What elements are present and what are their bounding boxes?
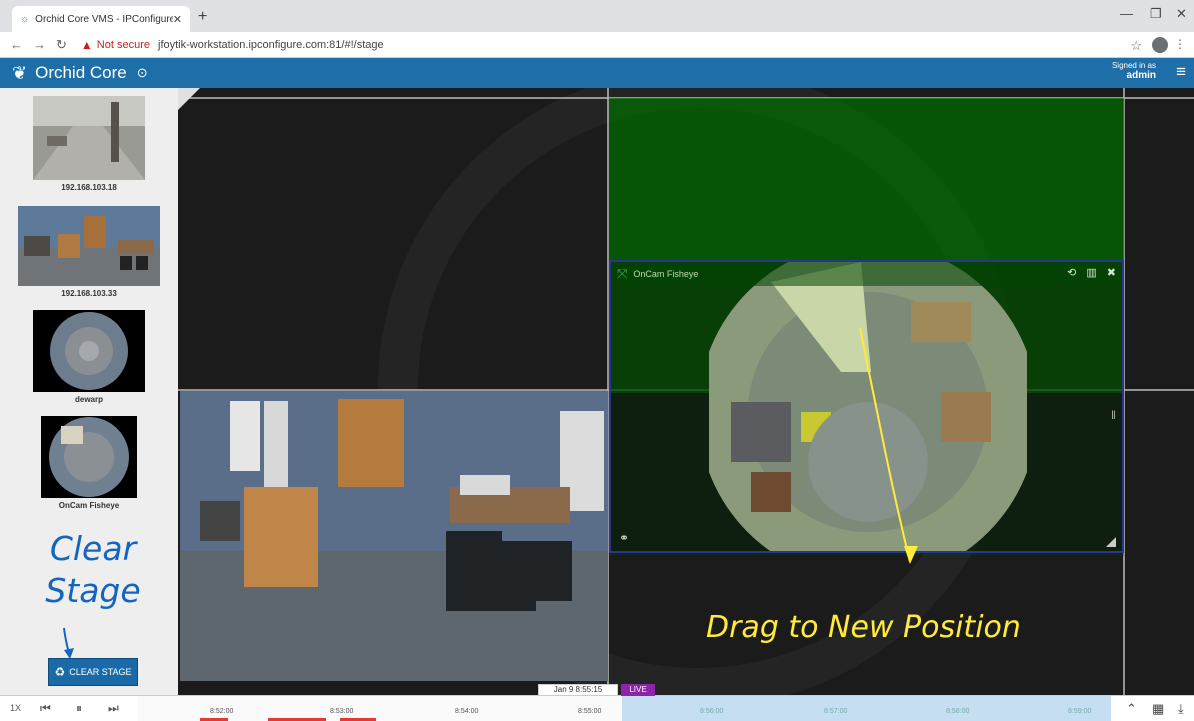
- timeline-tick: 8:55:00: [578, 708, 602, 715]
- security-label: Not secure: [96, 38, 150, 51]
- browser-tab-bar: ☼ Orchid Core VMS - IPConfigure, I ✕ + —…: [0, 0, 1194, 32]
- browser-menu-icon[interactable]: ⋮: [1174, 37, 1186, 51]
- camera-label: OnCam Fisheye: [58, 501, 120, 510]
- security-indicator[interactable]: ▲ Not secure: [81, 38, 150, 52]
- playback-speed[interactable]: 1X: [10, 703, 21, 713]
- clock-icon[interactable]: ⊙: [137, 65, 148, 81]
- close-panel-icon[interactable]: ✖: [1107, 266, 1116, 279]
- resize-handle-icon[interactable]: [1106, 537, 1116, 547]
- timeline-tick: 8:58:00: [946, 708, 970, 715]
- annotation-line: Clear: [49, 529, 137, 568]
- new-tab-button[interactable]: +: [198, 8, 207, 26]
- camera-label: dewarp: [74, 395, 103, 404]
- hamburger-menu-icon[interactable]: ≡: [1176, 62, 1186, 82]
- username: admin: [1126, 70, 1156, 81]
- profile-avatar[interactable]: [1152, 37, 1168, 53]
- calendar-icon[interactable]: ▦: [1152, 701, 1164, 717]
- forward-arrow-icon[interactable]: →: [33, 37, 46, 52]
- back-arrow-icon[interactable]: ←: [10, 37, 23, 52]
- panel-tools: ⟲ ▥ ✖: [1067, 266, 1116, 279]
- expand-icon[interactable]: ⤧: [617, 266, 627, 282]
- warehouse-camera-video: [180, 391, 608, 681]
- camera-thumbnail: [41, 416, 137, 498]
- browser-tab[interactable]: ☼ Orchid Core VMS - IPConfigure, I ✕: [12, 6, 190, 32]
- bookmark-star-icon[interactable]: ☆: [1130, 38, 1142, 54]
- app-title: Orchid Core: [35, 63, 127, 82]
- clear-stage-button[interactable]: ♻ CLEAR STAGE: [48, 658, 138, 686]
- pause-icon[interactable]: ⏸: [76, 701, 82, 716]
- stage[interactable]: ⤧ OnCam Fisheye ⟲ ▥ ✖ ‖ ⚭ Drag to New Po…: [178, 88, 1194, 695]
- timeline-tick: 8:53:00: [330, 708, 354, 715]
- close-window-icon[interactable]: ✕: [1176, 6, 1187, 22]
- skip-forward-icon[interactable]: ⏭: [108, 701, 119, 716]
- orchid-favicon-icon: ☼: [20, 13, 30, 25]
- timeline-tick: 8:57:00: [824, 708, 848, 715]
- panel-title: OnCam Fisheye: [633, 269, 699, 279]
- camera-thumbnail: [18, 206, 160, 286]
- download-icon[interactable]: ⤓: [1178, 701, 1184, 717]
- dewarp-icon[interactable]: ⟲: [1067, 266, 1076, 279]
- camera-thumbnail: [33, 96, 145, 180]
- reload-icon[interactable]: ↻: [56, 37, 67, 53]
- url-field[interactable]: jfoytik-workstation.ipconfigure.com:81/#…: [158, 39, 384, 51]
- clear-stage-label: CLEAR STAGE: [69, 667, 132, 677]
- timeline-tick: 8:56:00: [700, 708, 724, 715]
- current-time-label: Jan 9 8:55:15: [538, 684, 618, 696]
- timeline-bar: 1X ⏮ ⏸ ⏭ 8:52:00 8:53:00 8:54:00 8:55:00…: [0, 684, 1194, 721]
- timeline-tick: 8:54:00: [455, 708, 479, 715]
- camera-sidebar: 192.168.103.18 192.168.103.33 dewarp OnC…: [0, 88, 178, 695]
- drag-path-arrow-icon: [859, 327, 918, 564]
- chevron-up-icon[interactable]: ⌃: [1126, 701, 1137, 717]
- pause-indicator-icon: ‖: [1111, 408, 1116, 422]
- app-header: ❦ Orchid Core ⊙ Signed in as admin ≡: [0, 58, 1194, 88]
- camera-item[interactable]: dewarp: [0, 310, 178, 404]
- camera-label: 192.168.103.33: [61, 289, 117, 298]
- camera-label: 192.168.103.18: [61, 183, 117, 192]
- camera-item[interactable]: OnCam Fisheye: [0, 416, 178, 510]
- restore-icon[interactable]: ❐: [1150, 6, 1162, 22]
- unlink-icon[interactable]: ⚭: [619, 531, 629, 545]
- minimize-icon[interactable]: —: [1120, 6, 1133, 21]
- timeline-tick: 8:59:00: [1068, 708, 1092, 715]
- stats-icon[interactable]: ▥: [1086, 266, 1096, 279]
- live-badge[interactable]: LIVE: [621, 684, 655, 696]
- recycle-icon: ♻: [54, 665, 66, 679]
- address-bar: ← → ↻ ▲ Not secure jfoytik-workstation.i…: [0, 32, 1194, 58]
- orchid-logo-icon: ❦: [12, 62, 28, 83]
- warning-icon: ▲: [80, 37, 93, 52]
- camera-item[interactable]: 192.168.103.18: [0, 96, 178, 192]
- signed-in-info: Signed in as admin: [1112, 61, 1156, 81]
- clear-stage-annotation: Clear Stage: [38, 528, 148, 612]
- annotation-arrow-icon: [63, 627, 74, 659]
- timeline-tick: 8:52:00: [210, 708, 234, 715]
- camera-item[interactable]: 192.168.103.33: [0, 206, 178, 298]
- timeline-live-region[interactable]: [622, 696, 1111, 721]
- tab-title: Orchid Core VMS - IPConfigure, I: [35, 13, 173, 25]
- annotation-line: Stage: [45, 571, 141, 610]
- tab-close-icon[interactable]: ✕: [173, 13, 182, 26]
- drag-annotation: Drag to New Position: [706, 610, 1021, 645]
- skip-back-icon[interactable]: ⏮: [40, 701, 51, 716]
- camera-thumbnail: [33, 310, 145, 392]
- panel-header[interactable]: ⤧ OnCam Fisheye: [611, 262, 1122, 286]
